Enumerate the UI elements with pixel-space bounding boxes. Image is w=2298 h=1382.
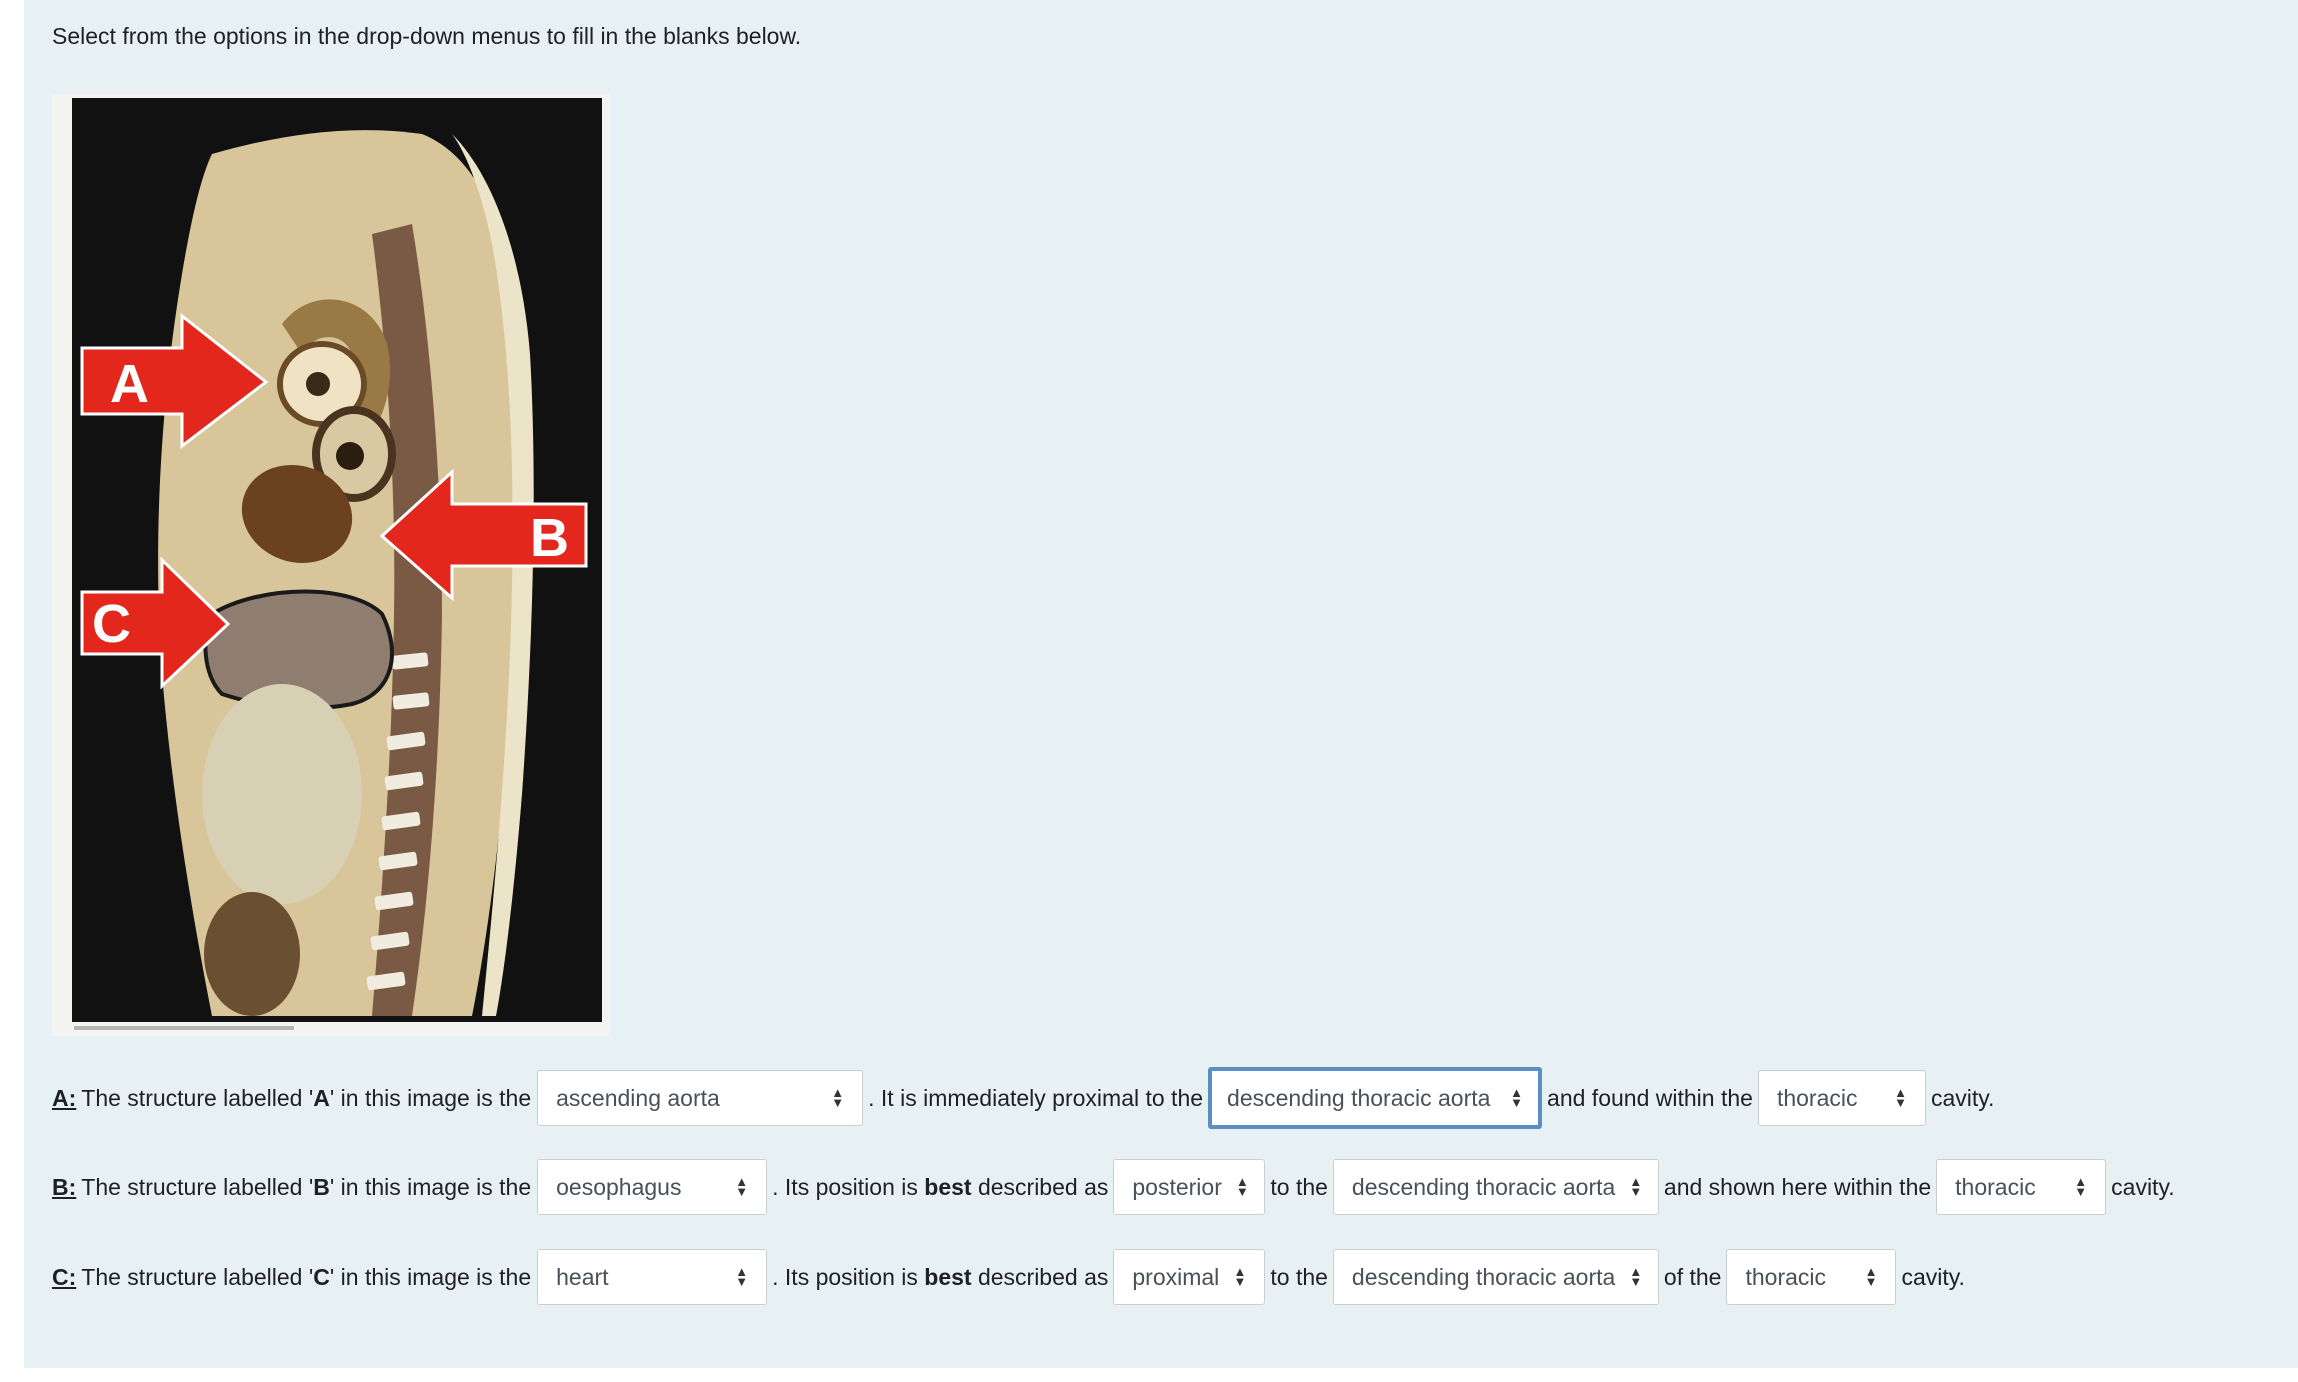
question-a-text-2: . It is immediately proximal to the <box>868 1084 1204 1111</box>
select-c-position[interactable]: proximal ▲ ▼ <box>1113 1249 1266 1305</box>
select-arrows-icon: ▲ ▼ <box>1510 1085 1524 1110</box>
question-b-label: B: <box>52 1173 77 1200</box>
select-c-position-value: proximal <box>1132 1263 1220 1290</box>
select-c-cavity[interactable]: thoracic ▲ ▼ <box>1726 1249 1897 1305</box>
select-arrows-icon: ▲ ▼ <box>2074 1174 2088 1199</box>
select-a-structure[interactable]: ascending aorta ▲ ▼ <box>537 1070 864 1126</box>
select-arrows-icon: ▲ ▼ <box>1864 1264 1878 1289</box>
select-b-position-value: posterior <box>1132 1173 1222 1200</box>
question-a-text-4: cavity. <box>1930 1084 1995 1111</box>
label-a-text: A <box>110 354 149 414</box>
select-b-structure[interactable]: oesophagus ▲ ▼ <box>537 1159 768 1215</box>
instruction-text: Select from the options in the drop-down… <box>52 23 802 49</box>
question-b-text-4: and shown here within the <box>1663 1173 1932 1200</box>
question-c-text-4: of the <box>1663 1263 1722 1290</box>
select-arrows-icon: ▲ ▼ <box>735 1264 749 1289</box>
select-a-cavity-value: thoracic <box>1776 1084 1858 1111</box>
question-c-text-1: The structure labelled 'C' in this image… <box>81 1263 532 1290</box>
question-b-text-3: to the <box>1270 1173 1328 1200</box>
question-c-text-5: cavity. <box>1901 1263 1965 1290</box>
select-b-relation[interactable]: descending thoracic aorta ▲ ▼ <box>1332 1159 1659 1215</box>
question-b-text-1: The structure labelled 'B' in this image… <box>81 1173 532 1200</box>
sagittal-section-image: A B C <box>72 98 602 1030</box>
select-arrows-icon: ▲ ▼ <box>1233 1264 1247 1289</box>
select-arrows-icon: ▲ ▼ <box>831 1085 845 1110</box>
copyright-line <box>74 1026 294 1030</box>
select-arrows-icon: ▲ ▼ <box>735 1174 749 1199</box>
select-c-relation[interactable]: descending thoracic aorta ▲ ▼ <box>1332 1249 1659 1305</box>
question-b: B: The structure labelled 'B' in this im… <box>52 1158 2180 1216</box>
select-a-relation[interactable]: descending thoracic aorta ▲ ▼ <box>1208 1067 1543 1129</box>
question-b-text-2: . Its position is best described as <box>772 1173 1109 1200</box>
question-c-label: C: <box>52 1263 77 1290</box>
select-c-structure[interactable]: heart ▲ ▼ <box>537 1249 768 1305</box>
question-a: A: The structure labelled 'A' in this im… <box>52 1067 1999 1129</box>
select-b-cavity[interactable]: thoracic ▲ ▼ <box>1936 1159 2107 1215</box>
anatomy-figure: A B C <box>52 94 610 1036</box>
select-c-relation-value: descending thoracic aorta <box>1351 1263 1616 1290</box>
question-a-text-1: The structure labelled 'A' in this image… <box>81 1084 532 1111</box>
question-a-label: A: <box>52 1084 77 1111</box>
select-arrows-icon: ▲ ▼ <box>1894 1085 1907 1110</box>
question-c-text-3: to the <box>1270 1263 1328 1290</box>
bowel-region <box>204 892 300 1016</box>
question-a-text-3: and found within the <box>1547 1084 1753 1111</box>
select-arrows-icon: ▲ ▼ <box>1235 1174 1249 1199</box>
question-c: C: The structure labelled 'C' in this im… <box>52 1248 1970 1306</box>
select-arrows-icon: ▲ ▼ <box>1629 1264 1643 1289</box>
tissue-outline <box>158 130 520 1016</box>
select-b-structure-value: oesophagus <box>556 1173 682 1200</box>
select-a-cavity[interactable]: thoracic ▲ ▼ <box>1757 1070 1926 1126</box>
abdominal-mass <box>202 684 362 904</box>
select-c-cavity-value: thoracic <box>1745 1263 1827 1290</box>
label-b-text: B <box>530 508 569 568</box>
question-b-text-5: cavity. <box>2111 1173 2175 1200</box>
label-c-text: C <box>92 594 131 654</box>
select-b-cavity-value: thoracic <box>1955 1173 2036 1200</box>
select-arrows-icon: ▲ ▼ <box>1629 1174 1643 1199</box>
select-c-structure-value: heart <box>556 1263 609 1290</box>
select-b-relation-value: descending thoracic aorta <box>1351 1173 1616 1200</box>
select-a-structure-value: ascending aorta <box>556 1084 720 1111</box>
question-c-text-2: . Its position is best described as <box>772 1263 1109 1290</box>
select-b-position[interactable]: posterior ▲ ▼ <box>1113 1159 1266 1215</box>
select-a-relation-value: descending thoracic aorta <box>1227 1084 1491 1111</box>
